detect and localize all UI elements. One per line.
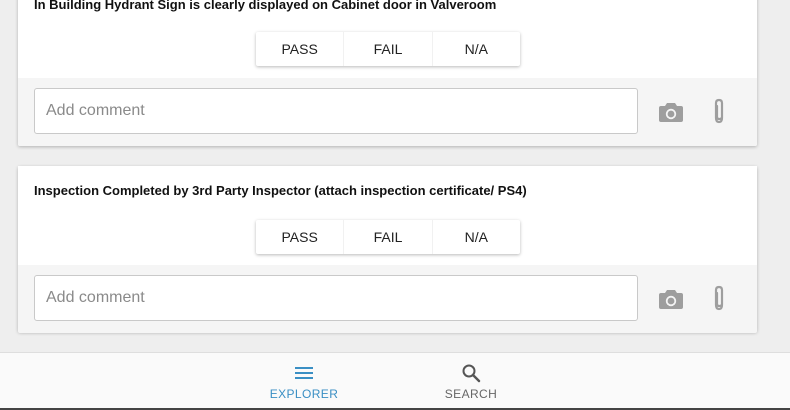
nav-item-explorer[interactable]: EXPLORER: [244, 353, 364, 409]
card-question-area: Inspection Completed by 3rd Party Inspec…: [18, 166, 757, 265]
fail-button[interactable]: FAIL: [343, 220, 431, 254]
menu-icon: [294, 365, 314, 383]
paperclip-icon[interactable]: [710, 98, 728, 131]
na-button[interactable]: N/A: [431, 220, 520, 254]
comment-input[interactable]: [34, 275, 638, 321]
na-button[interactable]: N/A: [431, 32, 520, 66]
camera-icon[interactable]: [658, 287, 684, 316]
comment-row: [18, 78, 757, 146]
question-text: In Building Hydrant Sign is clearly disp…: [34, 0, 497, 12]
bottom-navigation: EXPLORER SEARCH: [0, 352, 790, 409]
comment-row: [18, 265, 757, 333]
result-button-group: PASS FAIL N/A: [256, 220, 520, 254]
checklist-card-2: Inspection Completed by 3rd Party Inspec…: [18, 166, 757, 333]
camera-icon[interactable]: [658, 100, 684, 129]
checklist-card-1: In Building Hydrant Sign is clearly disp…: [18, 0, 757, 146]
card-question-area: In Building Hydrant Sign is clearly disp…: [18, 0, 757, 78]
pass-button[interactable]: PASS: [256, 220, 343, 254]
fail-button[interactable]: FAIL: [343, 32, 431, 66]
search-icon: [461, 363, 481, 383]
nav-label-explorer: EXPLORER: [269, 387, 339, 401]
result-button-group: PASS FAIL N/A: [256, 32, 520, 66]
paperclip-icon[interactable]: [710, 285, 728, 318]
pass-button[interactable]: PASS: [256, 32, 343, 66]
question-text: Inspection Completed by 3rd Party Inspec…: [34, 183, 527, 198]
comment-input[interactable]: [34, 88, 638, 134]
nav-item-search[interactable]: SEARCH: [411, 353, 531, 409]
nav-label-search: SEARCH: [444, 387, 498, 401]
